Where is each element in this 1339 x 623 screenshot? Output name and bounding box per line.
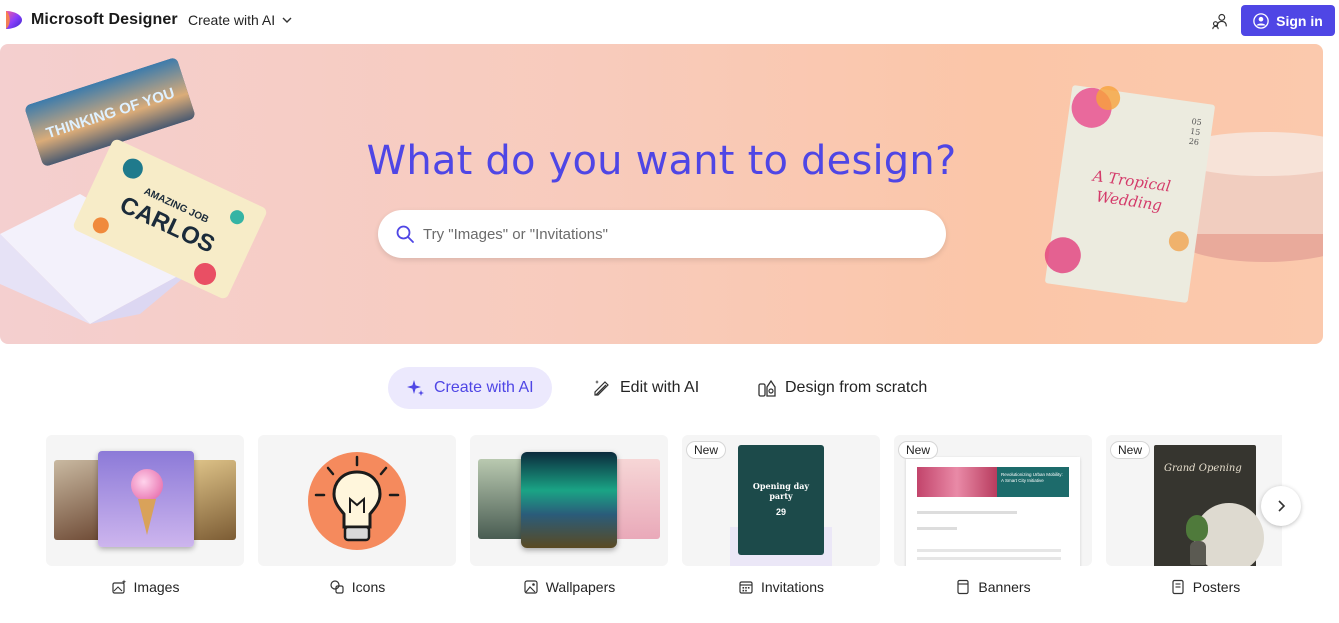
icons-thumbnail[interactable] [258,435,456,566]
wallpaper-icon [524,580,538,594]
wedding-date-2: 15 [1190,127,1201,137]
people-icon [1212,13,1227,30]
image-sparkle-icon [111,579,126,594]
tab-scratch-label: Design from scratch [785,379,928,396]
wallpapers-thumbnail[interactable] [470,435,668,566]
wallpapers-caption: Wallpapers [470,577,668,597]
shapes-icon [330,580,344,594]
create-with-ai-menu[interactable]: Create with AI [188,12,293,28]
greeting-cards-illustration: THINKING OF YOU AMAZING JOB CARLOS [0,58,267,324]
poster-thumb-text: Grand Opening [1164,463,1242,474]
new-badge: New [686,441,727,459]
images-thumbnail[interactable] [46,435,244,566]
category-card-images[interactable]: Images [46,435,244,597]
wedding-date-3: 26 [1188,137,1199,147]
create-menu-label: Create with AI [188,12,276,28]
banners-caption: Banners [894,577,1092,597]
user-avatar-icon [1253,12,1269,29]
invitations-label: Invitations [760,579,825,595]
new-badge: New [898,441,939,459]
search-input[interactable] [423,225,903,243]
search-bar[interactable] [378,210,946,258]
lightbulb-icon [308,452,406,550]
design-tools-icon [758,379,776,397]
posters-caption: Posters [1106,577,1282,597]
banner-icon [957,579,970,595]
category-carousel: Images Icons Wallpapers New Opening day … [46,435,1282,605]
invitations-thumbnail[interactable]: New Opening day party 29 [682,435,880,566]
invitations-caption: Invitations [682,577,880,597]
posters-label: Posters [1192,579,1241,595]
invitation-thumb-text: Opening day party [752,481,810,501]
category-card-icons[interactable]: Icons [258,435,456,597]
wedding-date-1: 05 [1191,117,1202,127]
calendar-icon [739,581,753,594]
banner-thumb-text: Revolutionizing Urban Mobility: A Smart … [997,467,1069,497]
designer-logo-icon [6,11,22,29]
chevron-down-icon [282,17,292,23]
sign-in-button[interactable]: Sign in [1241,5,1335,36]
banners-label: Banners [978,579,1031,595]
tab-design-from-scratch[interactable]: Design from scratch [757,367,927,409]
tab-edit-with-ai[interactable]: Edit with AI [592,367,699,409]
wedding-invitation-illustration: A Tropical Wedding 05 15 26 [1044,85,1323,303]
icons-label: Icons [351,579,386,595]
people-community-button[interactable] [1209,10,1231,32]
tab-create-with-ai[interactable]: Create with AI [388,367,552,409]
top-bar: Microsoft Designer Create with AI Sign i… [0,0,1339,42]
carousel-next-button[interactable] [1261,486,1301,526]
category-card-invitations[interactable]: New Opening day party 29 Invitations [682,435,880,597]
invitation-thumb-number: 29 [775,507,786,517]
new-badge: New [1110,441,1151,459]
wallpapers-label: Wallpapers [545,579,616,595]
posters-thumbnail[interactable]: New Grand Opening [1106,435,1282,566]
sign-in-label: Sign in [1276,12,1323,29]
sparkle-icon [407,380,424,396]
mode-tabs: Create with AI Edit with AI Design from … [0,367,1339,409]
poster-icon [1172,579,1184,595]
hero-banner: THINKING OF YOU AMAZING JOB CARLOS What … [0,44,1323,344]
chevron-right-icon [1278,500,1286,512]
category-card-banners[interactable]: New Revolutionizing Urban Mobility: A Sm… [894,435,1092,597]
tab-create-label: Create with AI [434,379,534,396]
category-card-posters[interactable]: New Grand Opening Posters [1106,435,1282,597]
brand-name: Microsoft Designer [31,11,178,28]
category-card-wallpapers[interactable]: Wallpapers [470,435,668,597]
icons-caption: Icons [258,577,456,597]
images-caption: Images [46,577,244,597]
images-label: Images [133,579,180,595]
banners-thumbnail[interactable]: New Revolutionizing Urban Mobility: A Sm… [894,435,1092,566]
tab-edit-label: Edit with AI [620,379,700,396]
magic-wand-icon [594,380,609,396]
search-icon [396,225,414,243]
